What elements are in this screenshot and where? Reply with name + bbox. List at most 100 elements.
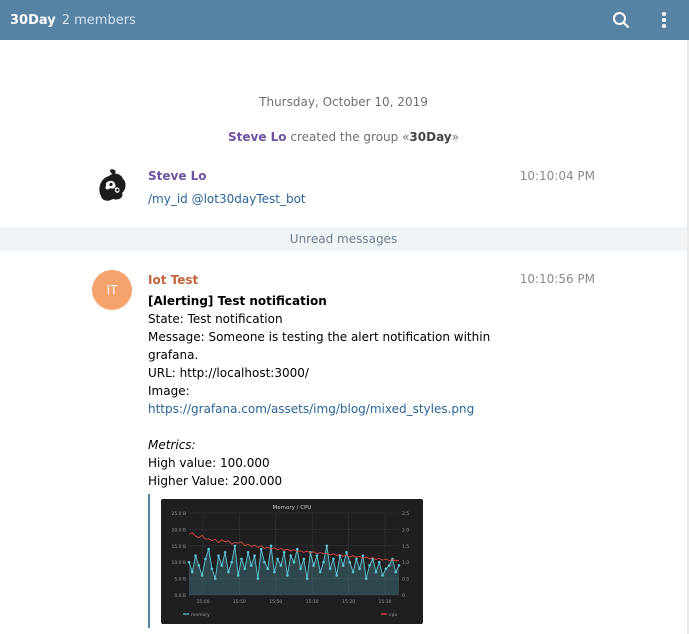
data-point: [292, 560, 296, 564]
data-point: [236, 574, 240, 577]
data-point: [305, 577, 309, 580]
chat-header: 30Day 2 members: [0, 0, 689, 40]
data-point: [187, 560, 191, 564]
data-point: [318, 570, 322, 574]
message-text[interactable]: /my_id @lot30dayTest_bot: [148, 190, 306, 208]
message-time: 10:10:04 PM: [519, 169, 595, 183]
data-point: [394, 570, 398, 574]
data-point: [361, 554, 365, 557]
metric-high-value: High value: 100.000: [148, 456, 270, 470]
alert-message-line-1: Message: Someone is testing the alert no…: [148, 330, 491, 344]
data-point: [322, 560, 325, 564]
message-author[interactable]: Iot Test: [148, 273, 198, 287]
data-point: [368, 564, 371, 567]
data-point: [286, 574, 289, 577]
x-tick-label: 15:30: [379, 599, 392, 605]
data-point: [200, 574, 204, 577]
y-tick-label: 20.0 B: [171, 527, 186, 533]
unread-messages-bar: Unread messages: [0, 227, 687, 251]
avatar[interactable]: [93, 166, 131, 204]
service-author[interactable]: Steve Lo: [228, 130, 287, 144]
data-point: [197, 564, 201, 567]
data-point: [243, 567, 247, 571]
data-point: [302, 557, 306, 561]
data-point: [315, 554, 319, 557]
service-text: created the group «: [290, 130, 410, 144]
more-button[interactable]: [639, 0, 689, 40]
data-point: [282, 551, 286, 554]
data-point: [233, 544, 237, 548]
data-point: [273, 570, 276, 574]
data-point: [381, 574, 384, 577]
series-area-memory: [189, 545, 399, 595]
chat-title[interactable]: 30Day: [10, 13, 56, 28]
data-point: [397, 564, 401, 567]
data-point: [345, 551, 348, 554]
data-point: [358, 567, 361, 571]
service-message: Steve Lo created the group «30Day»: [0, 130, 687, 144]
message-author[interactable]: Steve Lo: [148, 169, 207, 183]
chart-title: Memory / CPU: [273, 505, 312, 511]
data-point: [335, 574, 338, 577]
data-point: [230, 560, 233, 564]
data-point: [299, 567, 302, 571]
data-point: [341, 564, 345, 567]
data-point: [256, 577, 260, 580]
data-point: [246, 551, 250, 554]
y2-tick-label: 1.0: [402, 560, 409, 566]
y-tick-label: 0.0 B: [174, 593, 186, 599]
data-point: [223, 551, 227, 554]
y-tick-label: 15.0 B: [171, 544, 186, 550]
data-point: [348, 560, 352, 564]
data-point: [259, 547, 263, 551]
chart-image-preview[interactable]: Memory / CPU 25.0 B 20.0 B 15.0 B 10.0 B 5.0 …: [161, 499, 423, 624]
y2-tick-label: 2.5: [402, 511, 409, 517]
search-button[interactable]: [603, 0, 639, 40]
data-point: [384, 567, 388, 571]
data-point: [295, 547, 299, 551]
x-tick-label: 15:50: [233, 599, 246, 605]
data-point: [269, 544, 273, 548]
more-vertical-icon: [662, 12, 666, 28]
alert-image-link[interactable]: https://grafana.com/assets/img/blog/mixe…: [148, 400, 498, 418]
y2-tick-label: 0.5: [402, 577, 409, 583]
y2-tick-label: 1.5: [402, 544, 409, 550]
data-point: [217, 554, 220, 557]
x-tick-label: 15:10: [306, 599, 319, 605]
date-separator: Thursday, October 10, 2019: [259, 95, 428, 109]
data-point: [374, 570, 378, 574]
legend-label: memory: [191, 612, 210, 618]
x-tick-label: 15:50: [269, 599, 282, 605]
avatar[interactable]: IT: [92, 270, 132, 310]
data-point: [279, 564, 283, 567]
data-point: [351, 570, 355, 574]
data-point: [289, 554, 293, 557]
alert-image-label: Image:: [148, 384, 190, 398]
alert-url: URL: http://localhost:3000/: [148, 366, 309, 380]
message-body: [Alerting] Test notification State: Test…: [148, 292, 498, 490]
alert-title: [Alerting] Test notification: [148, 294, 327, 308]
data-point: [266, 567, 270, 571]
data-point: [312, 564, 315, 567]
metric-higher-value: Higher Value: 200.000: [148, 474, 283, 488]
search-icon: [613, 12, 629, 28]
data-point: [190, 570, 194, 574]
y-tick-label: 25.0 B: [171, 511, 186, 517]
member-count[interactable]: 2 members: [62, 13, 136, 28]
data-point: [325, 544, 329, 548]
data-point: [355, 557, 358, 561]
y2-tick-label: 2.0: [402, 527, 409, 533]
link-preview-bar: [148, 494, 150, 628]
data-point: [253, 554, 256, 557]
memory-cpu-chart: Memory / CPU 25.0 B 20.0 B 15.0 B 10.0 B 5.0 …: [171, 505, 409, 618]
data-point: [332, 557, 335, 561]
header-actions: [603, 0, 689, 40]
alert-message-line-2: grafana.: [148, 348, 199, 362]
x-tick-label: 15:00: [197, 599, 210, 605]
metrics-label: Metrics:: [148, 438, 196, 452]
data-point: [227, 570, 230, 574]
data-point: [240, 557, 243, 561]
data-point: [263, 560, 266, 564]
data-point: [210, 567, 214, 571]
